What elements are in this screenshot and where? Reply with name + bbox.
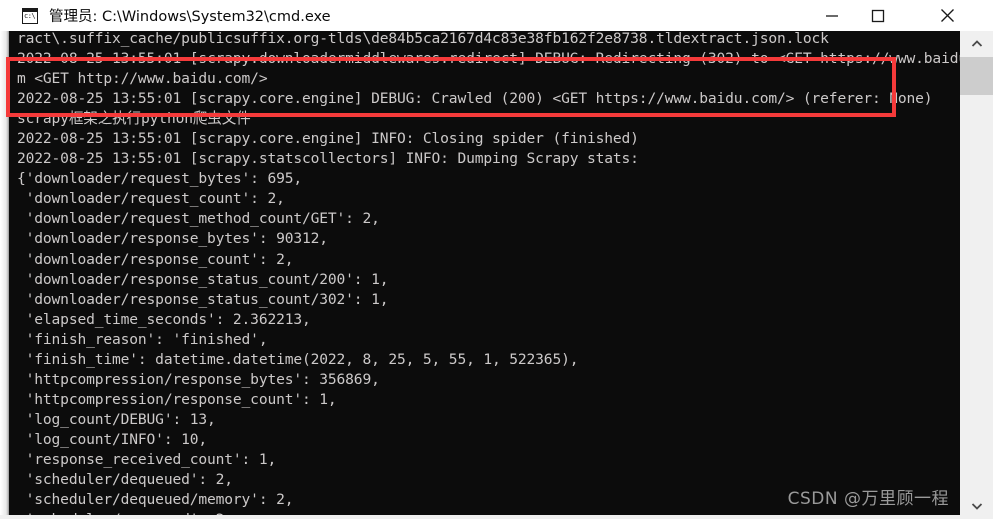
console-output-area[interactable]: ract\.suffix_cache/publicsuffix.org-tlds… <box>9 31 960 519</box>
console-line: 'downloader/request_count': 2, <box>17 190 285 208</box>
scrollbar-up-button[interactable] <box>960 31 993 57</box>
console-line: 'downloader/response_bytes': 90312, <box>17 230 328 248</box>
console-line: 'downloader/response_status_count/200': … <box>17 270 389 288</box>
console-line: 2022-08-25 13:55:01 [scrapy.downloadermi… <box>17 50 960 68</box>
console-line: {'downloader/request_bytes': 695, <box>17 170 302 188</box>
console-line: 'httpcompression/response_count': 1, <box>17 390 337 408</box>
console-scrollbar[interactable] <box>960 31 993 519</box>
console-line: ract\.suffix_cache/publicsuffix.org-tlds… <box>17 31 829 47</box>
chevron-down-icon <box>971 503 982 510</box>
console-line: 'downloader/request_method_count/GET': 2… <box>17 210 380 228</box>
scrollbar-track[interactable] <box>960 95 993 493</box>
console-line: m <GET http://www.baidu.com/> <box>17 70 268 88</box>
console-line: 'response_received_count': 1, <box>17 450 277 468</box>
csdn-watermark: CSDN @万里顾一程 <box>787 489 949 509</box>
scrollbar-thumb[interactable] <box>960 57 993 95</box>
window-titlebar[interactable]: 管理员: C:\Windows\System32\cmd.exe <box>0 0 993 31</box>
console-line: 'log_count/DEBUG': 13, <box>17 410 216 428</box>
console-line: 'elapsed_time_seconds': 2.362213, <box>17 310 311 328</box>
chevron-up-icon <box>971 40 982 47</box>
console-line: 'finish_time': datetime.datetime(2022, 8… <box>17 350 579 368</box>
console-line: 2022-08-25 13:55:01 [scrapy.statscollect… <box>17 150 639 168</box>
console-line: 2022-08-25 13:55:01 [scrapy.core.engine]… <box>17 90 933 108</box>
console-line: scrapy框架之执行python爬虫文件 <box>17 110 251 128</box>
close-icon <box>940 9 954 22</box>
console-line: 'log_count/INFO': 10, <box>17 430 208 448</box>
console-line: 'downloader/response_status_count/302': … <box>17 290 389 308</box>
console-line: 'finish_reason': 'finished', <box>17 330 268 348</box>
console-line: 'httpcompression/response_bytes': 356869… <box>17 370 380 388</box>
minimize-icon <box>826 14 838 17</box>
console-text: ract\.suffix_cache/publicsuffix.org-tlds… <box>17 31 960 519</box>
console-line: 2022-08-25 13:55:01 [scrapy.core.engine]… <box>17 130 639 148</box>
maximize-button[interactable] <box>855 0 901 31</box>
maximize-icon <box>871 9 885 22</box>
window-title: 管理员: C:\Windows\System32\cmd.exe <box>49 9 331 25</box>
console-line: 'downloader/response_count': 2, <box>17 250 294 268</box>
cmd-window: 管理员: C:\Windows\System32\cmd.exe ract\.s… <box>0 0 993 519</box>
close-button[interactable] <box>924 0 970 31</box>
window-bottom-edge <box>0 515 993 519</box>
console-icon <box>22 7 38 24</box>
console-frame: ract\.suffix_cache/publicsuffix.org-tlds… <box>0 31 993 519</box>
minimize-button[interactable] <box>809 0 855 31</box>
